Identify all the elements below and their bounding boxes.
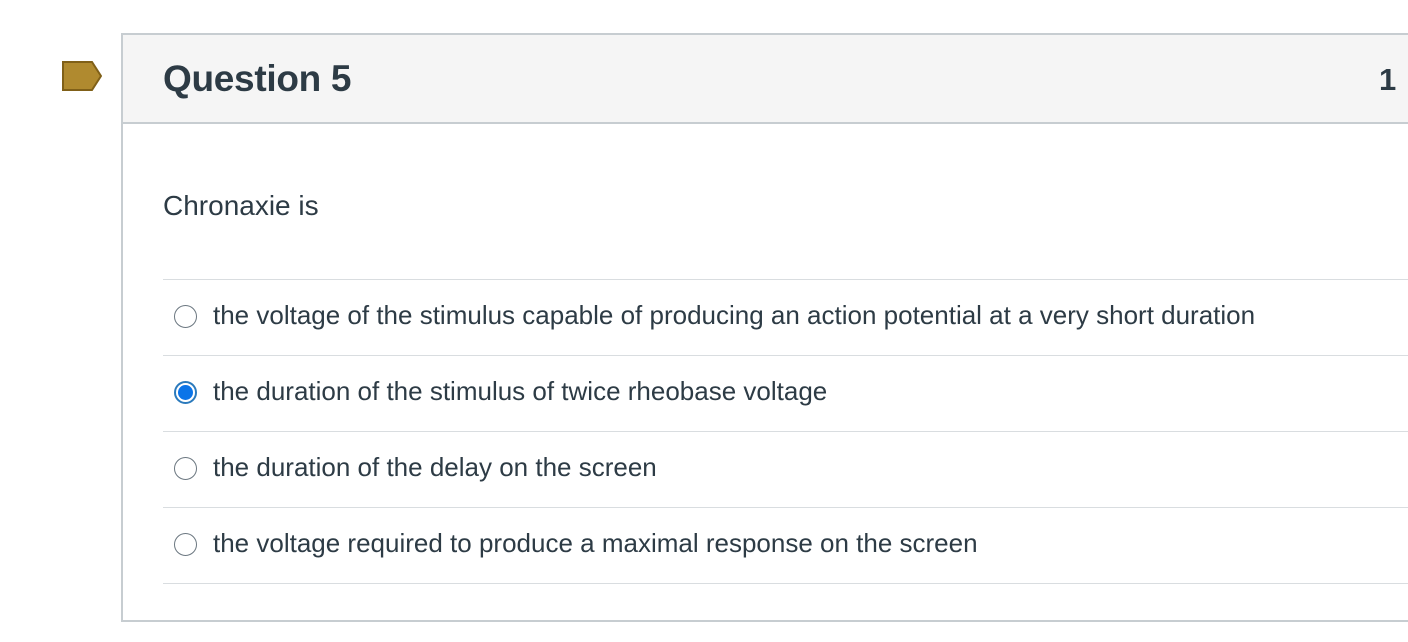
answer-option-selected[interactable]: the duration of the stimulus of twice rh…	[163, 356, 1408, 432]
radio-button[interactable]	[174, 457, 197, 480]
answer-option[interactable]: the voltage of the stimulus capable of p…	[163, 280, 1408, 356]
radio-button[interactable]	[174, 305, 197, 328]
question-title: Question 5	[163, 58, 352, 99]
answer-label: the duration of the stimulus of twice rh…	[213, 376, 828, 406]
answer-label: the voltage of the stimulus capable of p…	[213, 300, 1256, 330]
answer-list: the voltage of the stimulus capable of p…	[163, 279, 1408, 584]
quiz-page: Question 5 1 Chronaxie is the voltage of…	[0, 0, 1408, 642]
answer-option[interactable]: the voltage required to produce a maxima…	[163, 508, 1408, 584]
question-card: Question 5 1 Chronaxie is the voltage of…	[121, 33, 1408, 622]
question-text: Chronaxie is	[163, 190, 319, 221]
answer-label: the voltage required to produce a maxima…	[213, 528, 978, 558]
radio-button-selected[interactable]	[174, 381, 197, 404]
answer-option[interactable]: the duration of the delay on the screen	[163, 432, 1408, 508]
answer-label: the duration of the delay on the screen	[213, 452, 657, 482]
question-header: Question 5 1	[123, 35, 1408, 124]
flag-question-icon[interactable]	[62, 61, 102, 91]
radio-button[interactable]	[174, 533, 197, 556]
question-points: 1	[1379, 62, 1397, 97]
